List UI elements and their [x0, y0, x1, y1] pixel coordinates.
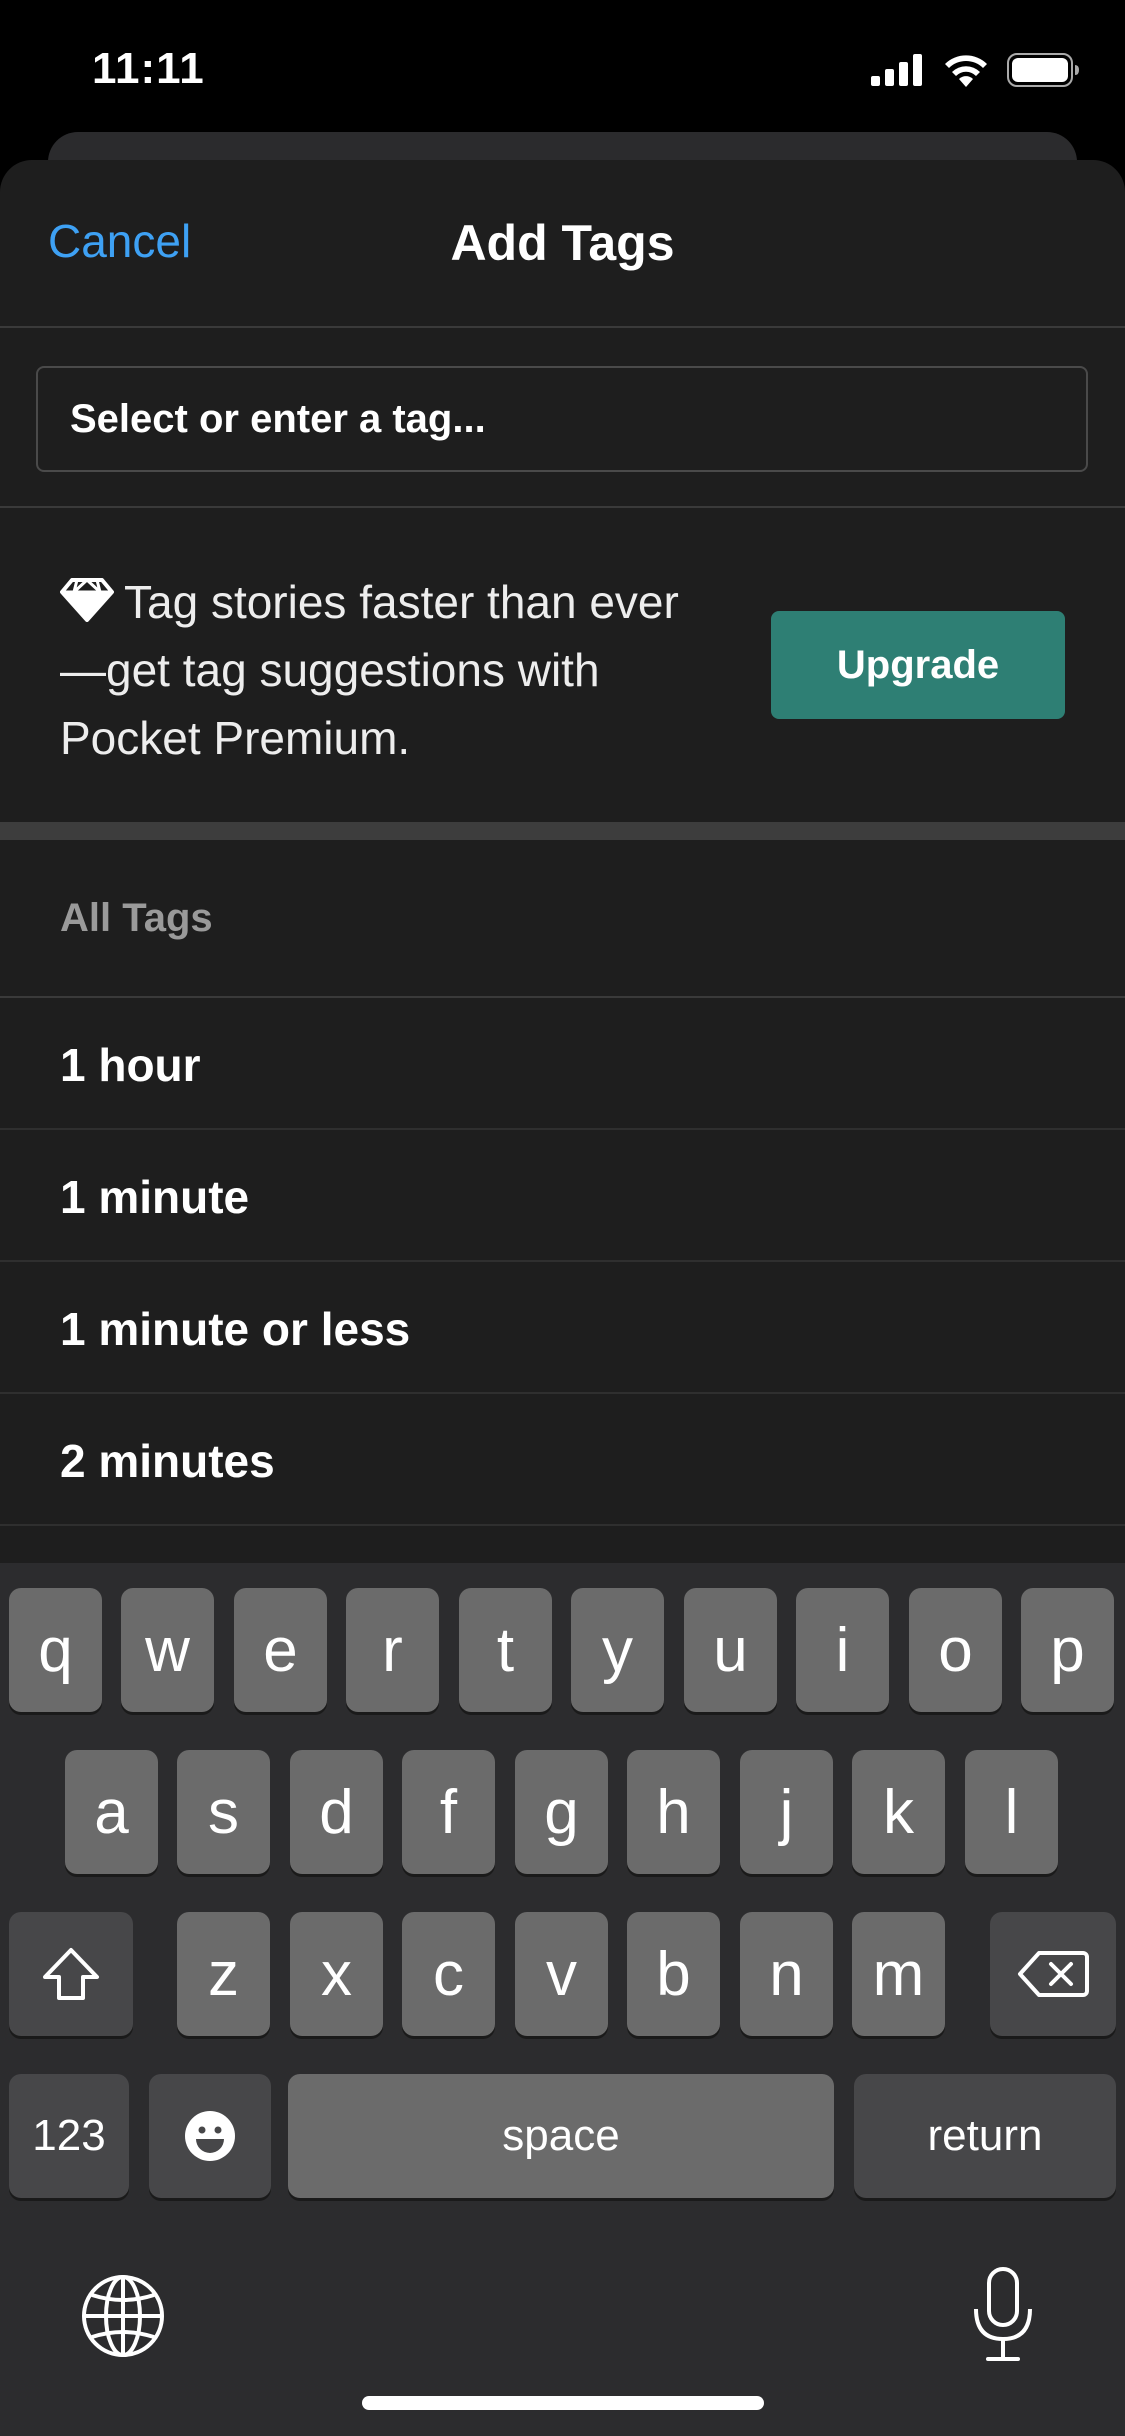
- status-bar: 11:11: [0, 0, 1125, 140]
- battery-icon: [1007, 53, 1079, 87]
- key-j[interactable]: j: [740, 1750, 833, 1874]
- keyboard: q w e r t y u i o p a s d f g h j k l z …: [0, 1563, 1125, 2436]
- emoji-key[interactable]: [149, 2074, 271, 2198]
- key-o[interactable]: o: [909, 1588, 1002, 1712]
- section-divider: [0, 822, 1125, 840]
- section-header-label: All Tags: [60, 896, 213, 940]
- tag-row[interactable]: 2 minutes: [0, 1394, 1125, 1526]
- key-s[interactable]: s: [177, 1750, 270, 1874]
- key-n[interactable]: n: [740, 1912, 833, 2036]
- emoji-icon: [185, 2111, 235, 2161]
- status-time: 11:11: [92, 44, 205, 93]
- diamond-icon: [60, 578, 114, 622]
- shift-icon: [43, 1948, 99, 2000]
- tag-label: 2 minutes: [60, 1435, 275, 1487]
- key-c[interactable]: c: [402, 1912, 495, 2036]
- key-h[interactable]: h: [627, 1750, 720, 1874]
- tag-input[interactable]: Select or enter a tag...: [36, 366, 1088, 472]
- status-icons: [871, 50, 1081, 90]
- add-tags-sheet: Cancel Add Tags Select or enter a tag...…: [0, 160, 1125, 1563]
- upgrade-button[interactable]: Upgrade: [771, 611, 1065, 719]
- key-x[interactable]: x: [290, 1912, 383, 2036]
- delete-key[interactable]: [990, 1912, 1116, 2036]
- home-indicator[interactable]: [362, 2396, 764, 2410]
- space-key[interactable]: space: [288, 2074, 834, 2198]
- tag-label: 1 minute or less: [60, 1303, 411, 1355]
- key-d[interactable]: d: [290, 1750, 383, 1874]
- tag-label: 1 hour: [60, 1039, 201, 1091]
- key-f[interactable]: f: [402, 1750, 495, 1874]
- key-t[interactable]: t: [459, 1588, 552, 1712]
- numbers-key[interactable]: 123: [9, 2074, 129, 2198]
- key-m[interactable]: m: [852, 1912, 945, 2036]
- key-z[interactable]: z: [177, 1912, 270, 2036]
- screen: 11:11 Cancel Add Tags Select or enter a …: [0, 0, 1125, 2436]
- promo-text: Tag stories faster than ever—get tag sug…: [60, 576, 679, 764]
- globe-icon[interactable]: [80, 2273, 166, 2359]
- microphone-icon[interactable]: [970, 2265, 1036, 2365]
- tag-row[interactable]: 1 minute: [0, 1130, 1125, 1262]
- tag-input-section: Select or enter a tag...: [0, 328, 1125, 508]
- backspace-icon: [1018, 1951, 1089, 1997]
- key-p[interactable]: p: [1021, 1588, 1114, 1712]
- key-v[interactable]: v: [515, 1912, 608, 2036]
- tag-label: 1 minute: [60, 1171, 250, 1223]
- key-a[interactable]: a: [65, 1750, 158, 1874]
- nav-bar: Cancel Add Tags: [0, 160, 1125, 328]
- key-i[interactable]: i: [796, 1588, 889, 1712]
- all-tags-header: All Tags: [0, 840, 1125, 998]
- page-title: Add Tags: [450, 215, 675, 271]
- key-q[interactable]: q: [9, 1588, 102, 1712]
- key-b[interactable]: b: [627, 1912, 720, 2036]
- key-l[interactable]: l: [965, 1750, 1058, 1874]
- shift-key[interactable]: [9, 1912, 133, 2036]
- key-w[interactable]: w: [121, 1588, 214, 1712]
- key-r[interactable]: r: [346, 1588, 439, 1712]
- key-e[interactable]: e: [234, 1588, 327, 1712]
- promo-text-block: Tag stories faster than ever—get tag sug…: [60, 568, 720, 772]
- tag-row[interactable]: 1 minute or less: [0, 1262, 1125, 1394]
- tag-list: 1 hour 1 minute 1 minute or less 2 minut…: [0, 998, 1125, 1526]
- tag-row[interactable]: 1 hour: [0, 998, 1125, 1130]
- key-u[interactable]: u: [684, 1588, 777, 1712]
- premium-promo: Tag stories faster than ever—get tag sug…: [0, 508, 1125, 822]
- return-key[interactable]: return: [854, 2074, 1116, 2198]
- key-k[interactable]: k: [852, 1750, 945, 1874]
- wifi-icon: [945, 55, 987, 87]
- key-g[interactable]: g: [515, 1750, 608, 1874]
- cellular-signal-icon: [871, 54, 922, 86]
- key-y[interactable]: y: [571, 1588, 664, 1712]
